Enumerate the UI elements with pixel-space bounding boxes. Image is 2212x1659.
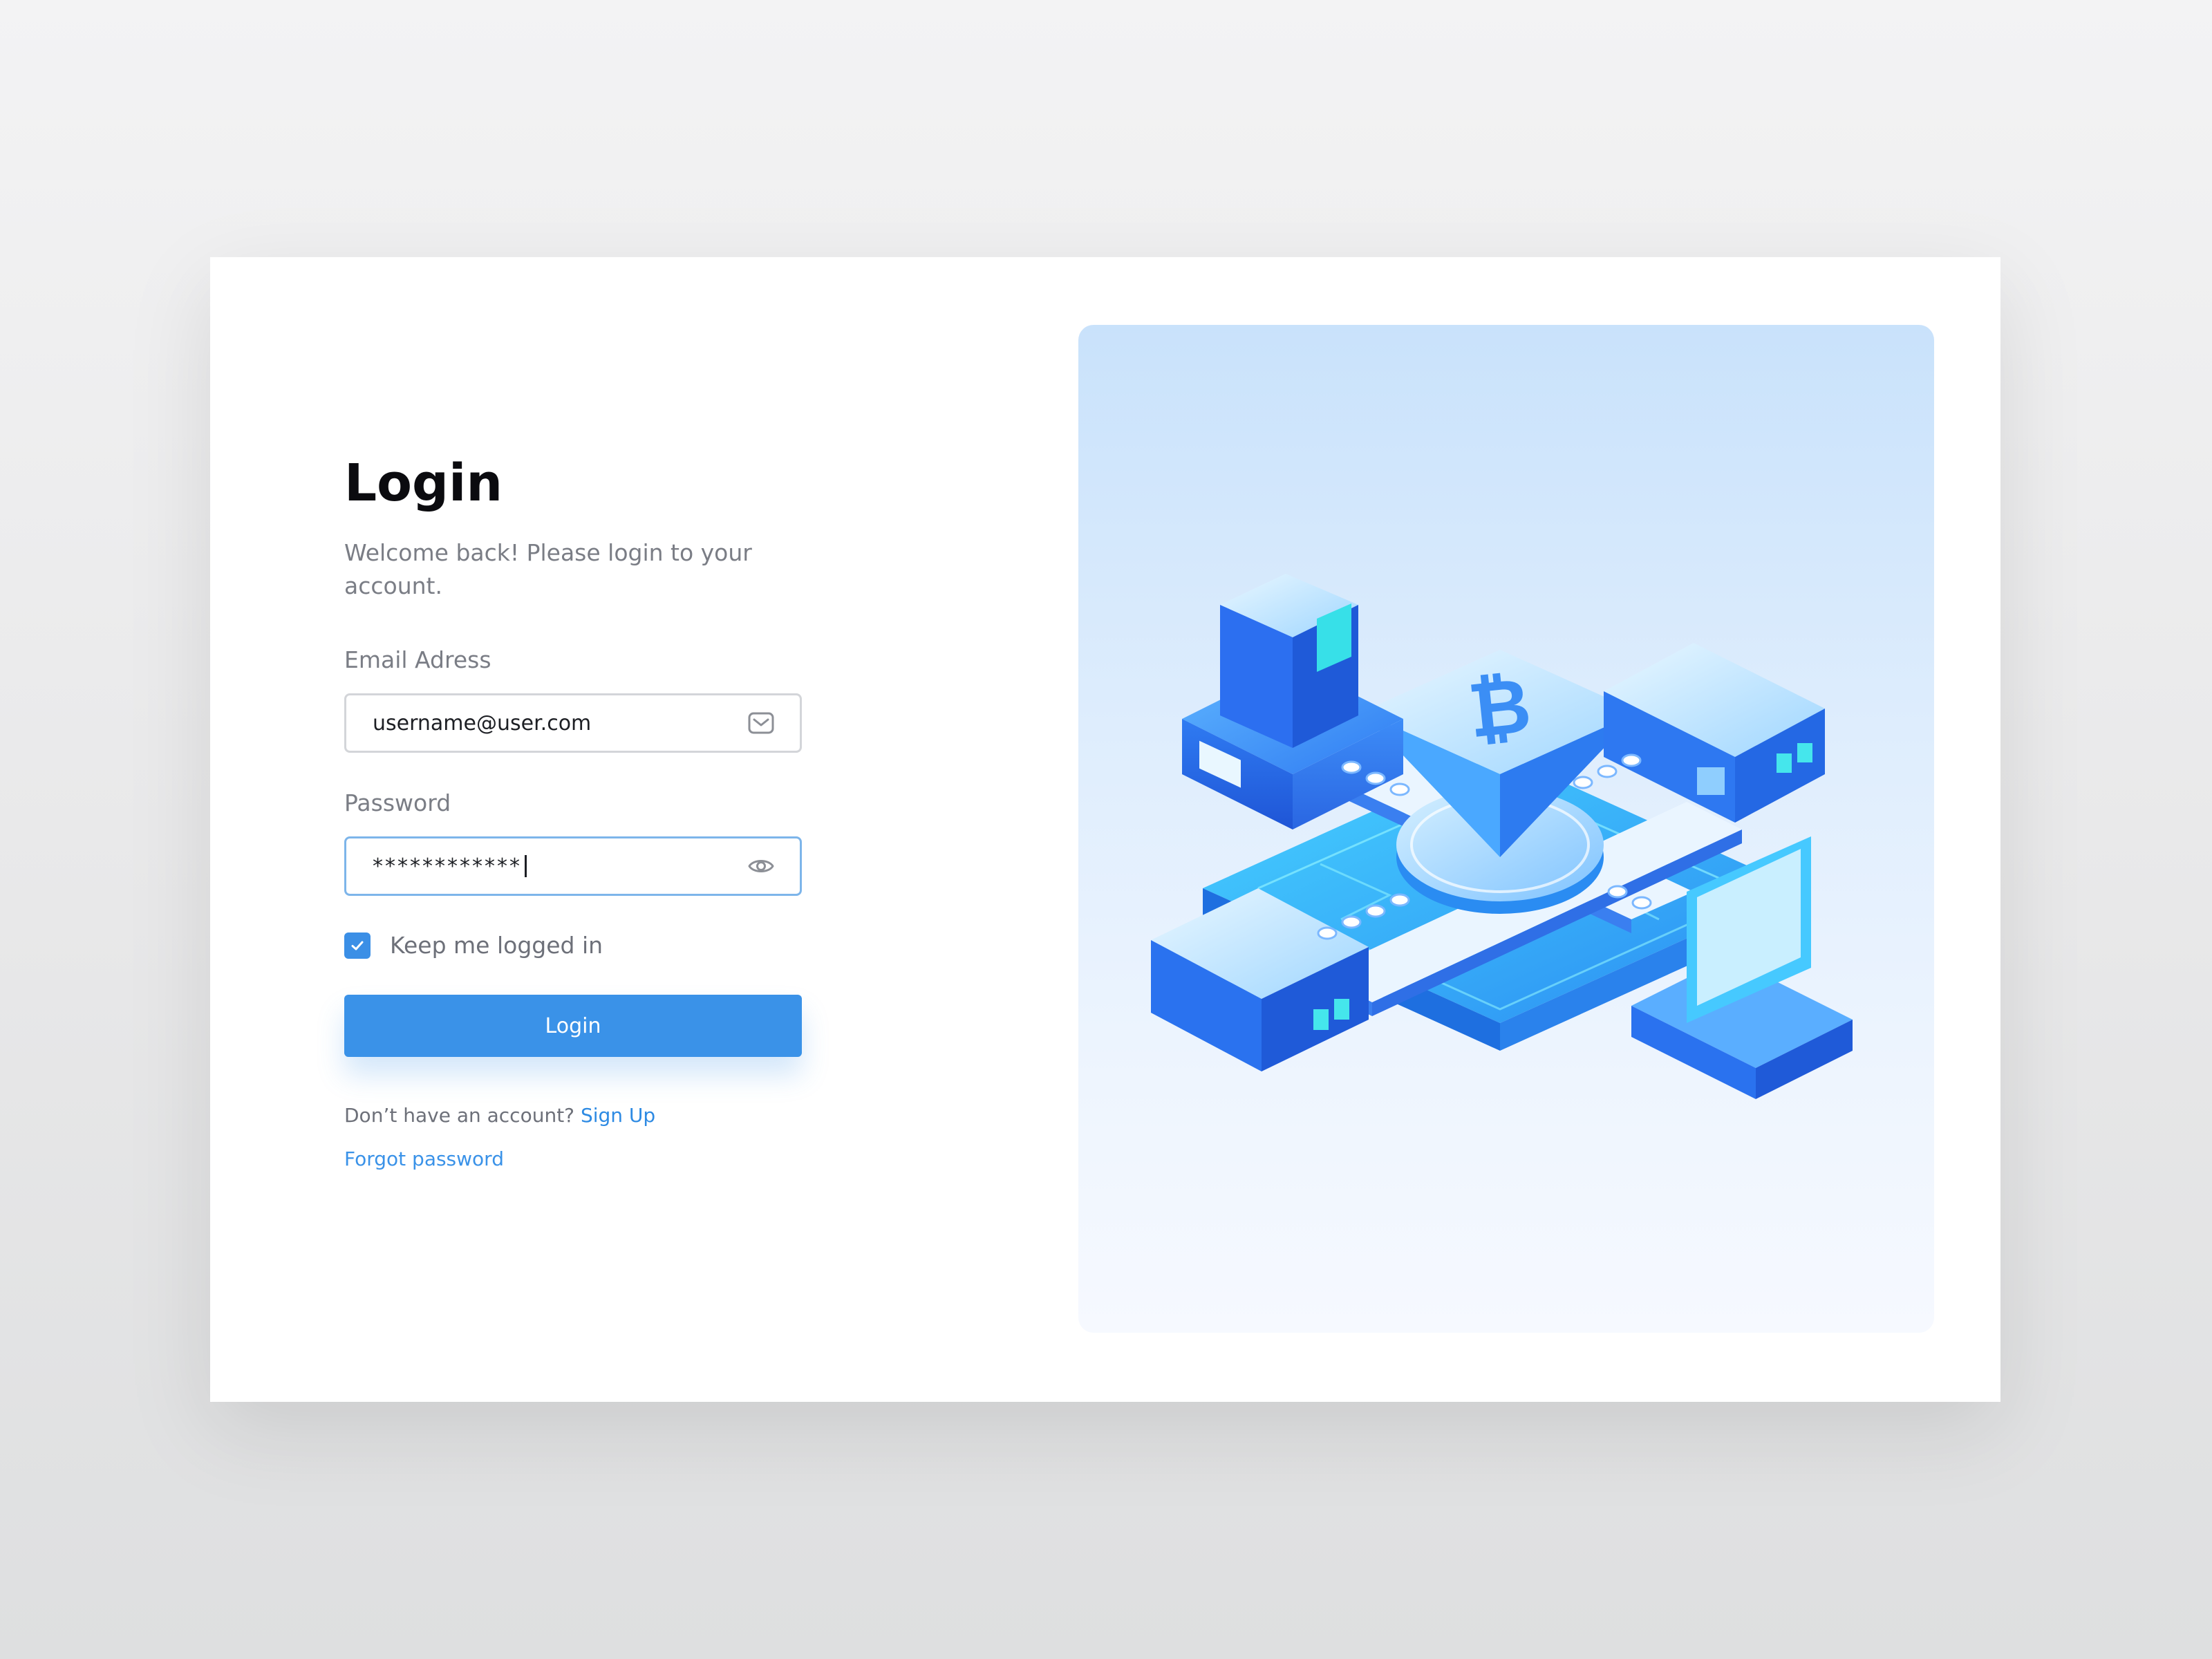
page-subtitle: Welcome back! Please login to your accou… [344, 539, 752, 599]
email-value[interactable]: username@user.com [373, 711, 591, 735]
illustration-panel: ₿ [1078, 325, 1934, 1333]
svg-text:₿: ₿ [1464, 661, 1535, 756]
login-card: Login Welcome back! Please login to your… [210, 257, 2000, 1402]
blockchain-illustration: ₿ [1151, 574, 1853, 1099]
forgot-password-link[interactable]: Forgot password [344, 1147, 504, 1170]
email-field[interactable]: username@user.com [344, 693, 802, 753]
text-caret [525, 855, 527, 877]
check-icon [351, 941, 364, 950]
password-value[interactable]: ************ [373, 854, 522, 879]
login-form: Login Welcome back! Please login to your… [344, 458, 802, 1170]
mail-icon [747, 709, 775, 737]
email-label: Email Adress [344, 646, 491, 673]
password-label: Password [344, 789, 451, 816]
eye-icon[interactable] [747, 852, 775, 880]
remember-checkbox[interactable] [344, 932, 371, 959]
signup-line: Don’t have an account? Sign Up [344, 1104, 802, 1127]
signup-link[interactable]: Sign Up [581, 1104, 655, 1127]
password-field[interactable]: ************ [344, 836, 802, 896]
remember-row: Keep me logged in [344, 932, 802, 959]
page-title: Login [344, 453, 503, 513]
no-account-text: Don’t have an account? [344, 1104, 575, 1127]
remember-label[interactable]: Keep me logged in [390, 932, 603, 959]
server-right [1604, 643, 1825, 823]
login-button[interactable]: Login [344, 995, 802, 1057]
